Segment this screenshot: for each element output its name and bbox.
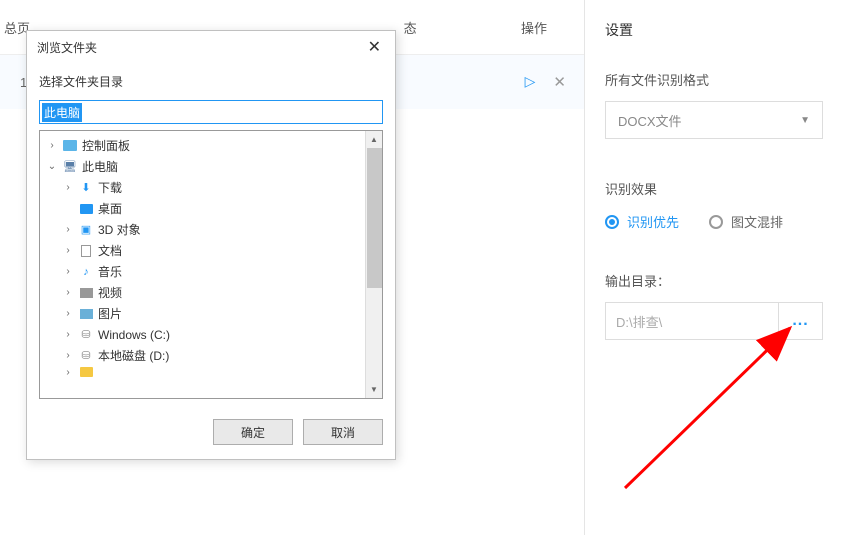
tree-item[interactable]: › ♪ 音乐: [42, 261, 380, 282]
tree-item-label: 图片: [98, 305, 122, 322]
tree-expander-icon[interactable]: ›: [46, 140, 58, 151]
output-dir-input[interactable]: D:\排查\: [605, 302, 779, 340]
dialog-subtitle: 选择文件夹目录: [27, 63, 395, 100]
scroll-down-icon[interactable]: ▼: [366, 381, 382, 398]
radio-mixed-layout[interactable]: 图文混排: [709, 212, 783, 231]
music-icon: ♪: [78, 265, 94, 279]
cancel-button[interactable]: 取消: [303, 419, 383, 445]
effect-label: 识别效果: [605, 179, 823, 198]
tree-item[interactable]: › ▣ 3D 对象: [42, 219, 380, 240]
radio-label: 图文混排: [731, 212, 783, 231]
tree-item-label: 下载: [98, 179, 122, 196]
3d-icon: ▣: [78, 223, 94, 237]
tree-expander-icon[interactable]: ›: [62, 287, 74, 298]
tree-item[interactable]: › 视频: [42, 282, 380, 303]
cpanel-icon: [62, 139, 78, 153]
scroll-up-icon[interactable]: ▲: [366, 131, 382, 148]
header-operation-label: 操作: [494, 18, 574, 37]
tree-item[interactable]: ⌄ 🖥 此电脑: [42, 156, 380, 177]
desktop-icon: [78, 202, 94, 216]
tree-item-label: 3D 对象: [98, 221, 141, 238]
folder-tree[interactable]: › 控制面板 ⌄ 🖥 此电脑 › ⬇ 下载桌面 › ▣ 3D 对象 › 文档 › ♪ 音乐 › 视频 › 图片 › ⛁ Wi…: [40, 131, 382, 398]
tree-item-label: 音乐: [98, 263, 122, 280]
close-icon[interactable]: ✕: [362, 35, 387, 59]
play-icon[interactable]: ▷: [525, 73, 536, 91]
tree-expander-icon[interactable]: ⌄: [46, 161, 58, 172]
ok-button[interactable]: 确定: [213, 419, 293, 445]
format-label: 所有文件识别格式: [605, 70, 823, 89]
settings-title: 设置: [605, 20, 823, 40]
down-icon: ⬇: [78, 181, 94, 195]
tree-item[interactable]: › 图片: [42, 303, 380, 324]
drive-icon: ⛁: [78, 349, 94, 363]
pc-icon: 🖥: [62, 160, 78, 174]
tree-item-label: 视频: [98, 284, 122, 301]
output-dir-label: 输出目录：: [605, 271, 823, 290]
header-status-suffix: 态: [404, 21, 417, 36]
tree-expander-icon[interactable]: ›: [62, 245, 74, 256]
video-icon: [78, 286, 94, 300]
tree-item-label: 本地磁盘 (D:): [98, 347, 169, 364]
tree-item[interactable]: ›: [42, 366, 380, 378]
scroll-thumb[interactable]: [367, 148, 382, 288]
tree-item-label: 文档: [98, 242, 122, 259]
tree-expander-icon[interactable]: ›: [62, 350, 74, 361]
drive-icon: ⛁: [78, 328, 94, 342]
tree-item[interactable]: › ⛁ 本地磁盘 (D:): [42, 345, 380, 366]
tree-item[interactable]: › 控制面板: [42, 135, 380, 156]
tree-item[interactable]: 桌面: [42, 198, 380, 219]
tree-scrollbar[interactable]: ▲ ▼: [365, 131, 382, 398]
radio-recognition-priority[interactable]: 识别优先: [605, 212, 679, 231]
settings-panel: 设置 所有文件识别格式 DOCX文件 ▼ 识别效果 识别优先 图文混排 输出目录…: [585, 0, 843, 535]
folder-path-value: 此电脑: [42, 103, 82, 122]
doc-icon: [78, 244, 94, 258]
browse-output-button[interactable]: ...: [779, 302, 823, 340]
tree-item-label: 此电脑: [82, 158, 118, 175]
tree-item[interactable]: › ⛁ Windows (C:): [42, 324, 380, 345]
tree-expander-icon[interactable]: ›: [62, 182, 74, 193]
tree-item-label: 控制面板: [82, 137, 130, 154]
chevron-down-icon: ▼: [800, 115, 810, 126]
folder-path-input[interactable]: 此电脑: [39, 100, 383, 124]
browse-folder-dialog: 浏览文件夹 ✕ 选择文件夹目录 此电脑 › 控制面板 ⌄ 🖥 此电脑 › ⬇ 下载桌面 › ▣ 3D…: [26, 30, 396, 460]
dialog-title-text: 浏览文件夹: [37, 39, 97, 56]
tree-expander-icon[interactable]: ›: [62, 329, 74, 340]
tree-item[interactable]: › 文档: [42, 240, 380, 261]
format-select[interactable]: DOCX文件 ▼: [605, 101, 823, 139]
tree-item[interactable]: › ⬇ 下载: [42, 177, 380, 198]
tree-expander-icon[interactable]: ›: [62, 224, 74, 235]
tree-expander-icon[interactable]: ›: [62, 266, 74, 277]
pic-icon: [78, 307, 94, 321]
tree-item-label: 桌面: [98, 200, 122, 217]
tree-item-label: Windows (C:): [98, 328, 170, 342]
tree-expander-icon[interactable]: ›: [62, 308, 74, 319]
remove-item-icon[interactable]: ✕: [553, 73, 566, 91]
radio-label: 识别优先: [627, 212, 679, 231]
format-select-value: DOCX文件: [618, 111, 682, 130]
